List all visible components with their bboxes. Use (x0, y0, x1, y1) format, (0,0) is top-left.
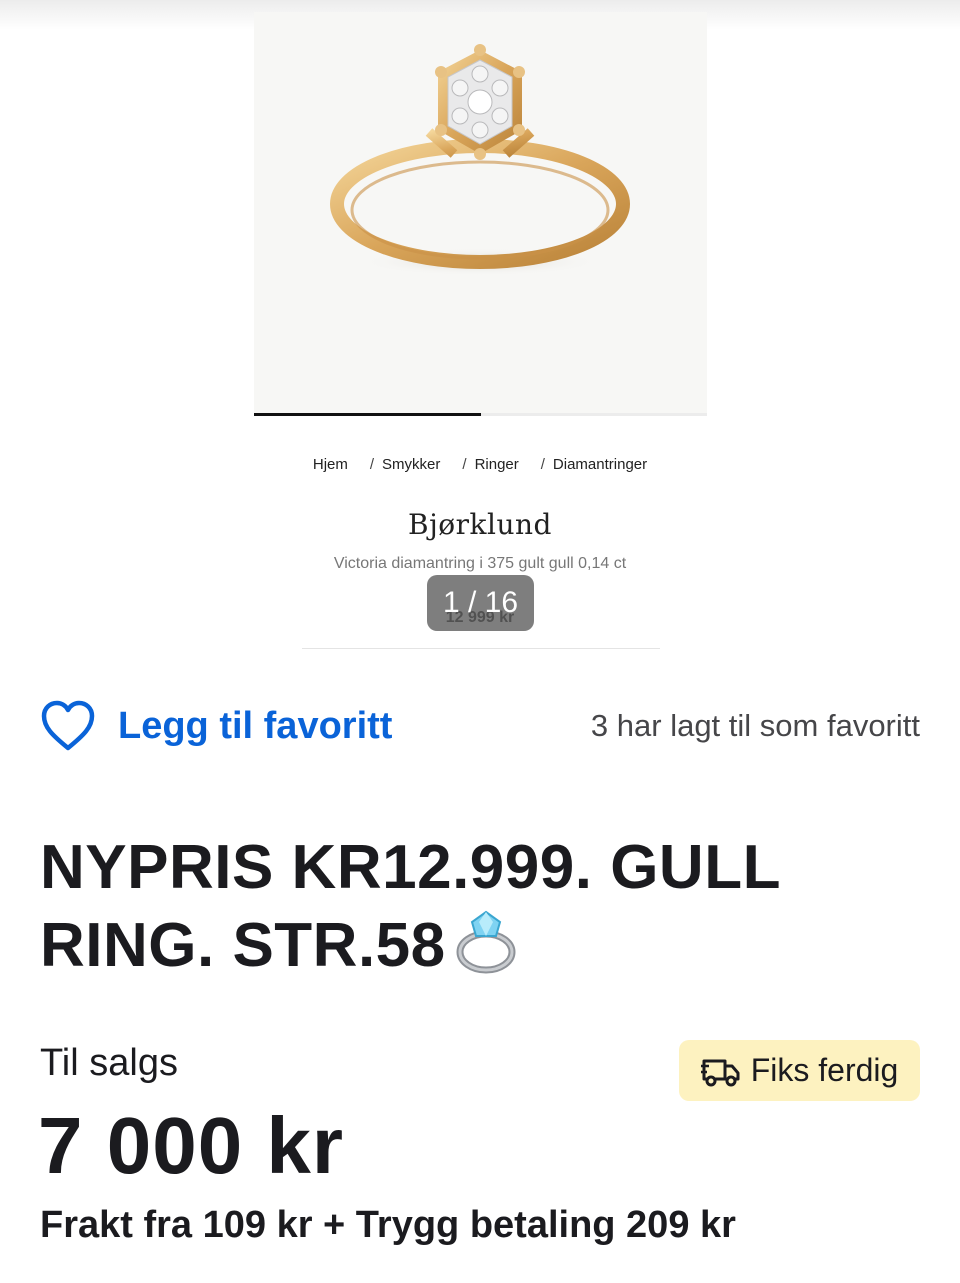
fiks-ferdig-label: Fiks ferdig (750, 1052, 899, 1088)
breadcrumb-item-hjem[interactable]: Hjem (313, 456, 348, 473)
shipping-info: Frakt fra 109 kr + Trygg betaling 209 kr (40, 1204, 736, 1246)
favorite-count: 3 har lagt til som favoritt (590, 708, 920, 743)
breadcrumb-separator: / (462, 456, 467, 473)
ring-emoji-icon (456, 910, 516, 974)
ad-title-line-2: RING. STR.58 (40, 911, 446, 980)
ad-title-line-1: NYPRIS KR12.999. GULL (40, 833, 781, 902)
price: 7 000 kr (38, 1101, 345, 1190)
heart-icon (41, 700, 95, 751)
product-name: Victoria diamantring i 375 gult gull 0,1… (333, 555, 627, 572)
brand-name: Bjørklund (408, 508, 552, 541)
image-gallery[interactable] (254, 12, 707, 416)
sale-status: Til salgs (40, 1042, 178, 1084)
breadcrumb-item-ringer[interactable]: Ringer (475, 456, 519, 473)
breadcrumb-item-smykker[interactable]: Smykker (382, 456, 440, 473)
divider (302, 648, 660, 649)
gallery-progress-fill (254, 413, 481, 416)
breadcrumb-separator: / (540, 456, 545, 473)
fiks-ferdig-badge[interactable]: Fiks ferdig (679, 1040, 920, 1101)
add-favorite-label: Legg til favoritt (118, 704, 393, 747)
breadcrumb: Hjem / Smykker / Ringer / Diamantringer (0, 456, 960, 473)
breadcrumb-item-diamantringer[interactable]: Diamantringer (553, 456, 647, 473)
delivery-truck-icon (700, 1059, 740, 1086)
gallery-progress (254, 413, 707, 416)
add-favorite-button[interactable]: Legg til favoritt (40, 699, 392, 753)
image-counter: 1 / 16 (427, 575, 534, 631)
product-image (330, 44, 630, 276)
favorite-row: Legg til favoritt 3 har lagt til som fav… (40, 696, 920, 756)
breadcrumb-separator: / (369, 456, 375, 473)
ad-title: NYPRIS KR12.999. GULL RING. STR.58 (40, 830, 920, 984)
